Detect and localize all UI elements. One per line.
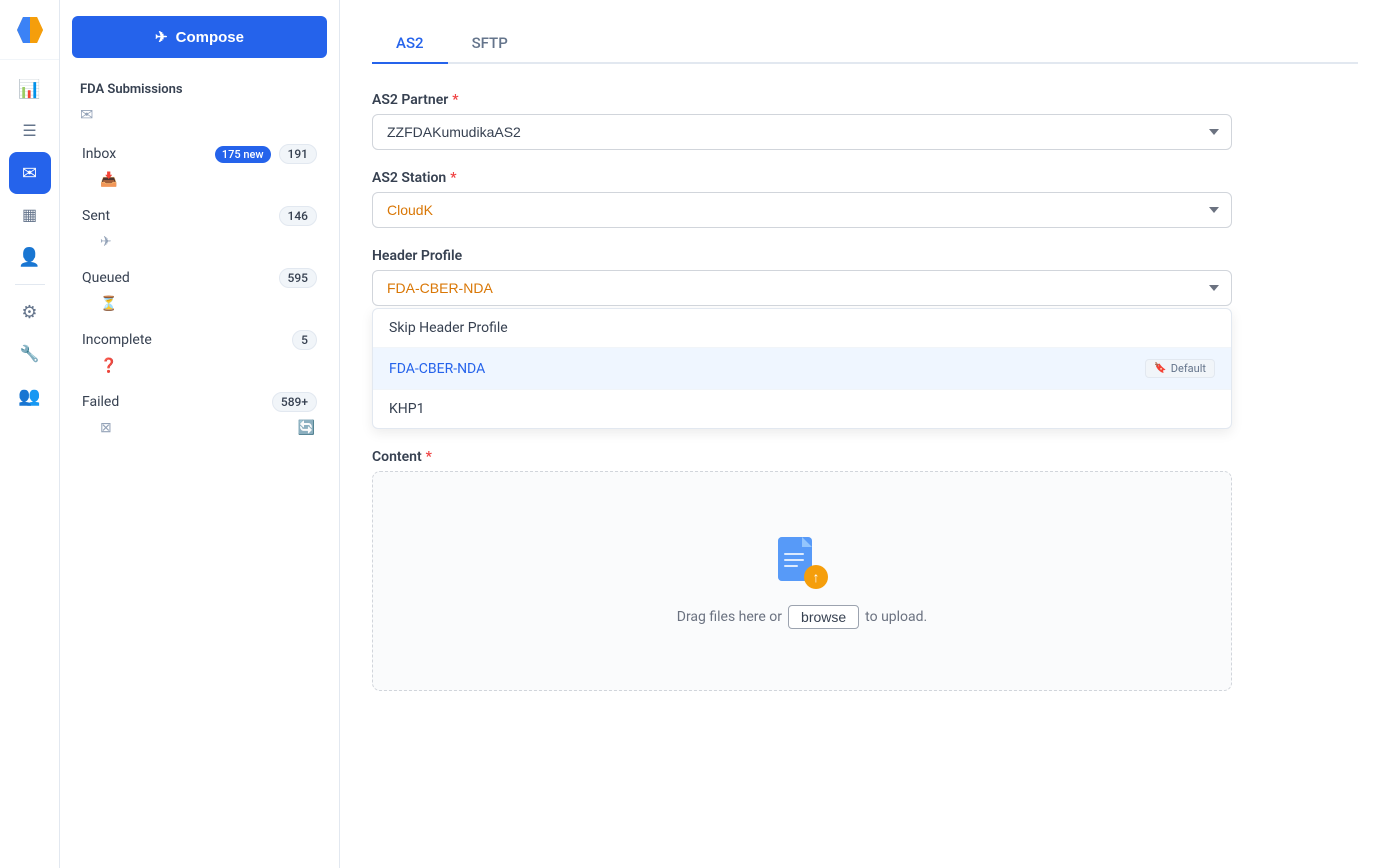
nav-table-button[interactable]: ▦ [9,194,51,236]
upload-suffix: to upload. [865,609,927,625]
failed-icon: ⊠ [100,420,112,436]
fda-mail-icon: ✉ [80,105,93,124]
svg-text:↑: ↑ [813,570,820,586]
gear-icon: ⚙ [21,302,37,323]
nav-tool-button[interactable]: 🔧 [9,333,51,375]
required-star-station: * [450,170,456,186]
incomplete-count: 5 [292,330,317,350]
dropdown-item-khp1[interactable]: KHP1 [373,390,1231,428]
nav-menu-button[interactable]: ☰ [9,110,51,152]
logo-area [0,0,59,60]
sidebar-item-inbox[interactable]: Inbox 175 new 191 [72,136,327,172]
sent-sub-icons: ✈ [100,234,327,256]
tab-as2[interactable]: AS2 [372,24,448,64]
mail-icon: ✉ [22,163,37,184]
bookmark-icon: 🔖 [1154,363,1166,374]
required-star-content: * [426,449,432,465]
sidebar-item-incomplete[interactable]: Incomplete 5 [72,322,327,358]
refresh-icon: 🔄 [298,420,315,436]
header-profile-dropdown: Skip Header Profile FDA-CBER-NDA 🔖 Defau… [372,308,1232,429]
failed-count: 589+ [272,392,317,412]
queued-label: Queued [82,270,271,286]
send-icon: ✈ [155,28,168,46]
people-icon: 👥 [18,386,40,407]
as2-partner-field: AS2 Partner * ZZFDAKumudikaAS2 [372,92,1232,150]
table-icon: ▦ [22,205,37,225]
content-field: Content * [372,449,1232,691]
queued-icon: ⏳ [100,296,117,312]
khp1-label: KHP1 [389,401,424,417]
logo-icon [15,15,45,45]
nav-divider [15,284,45,285]
inbox-new-badge: 175 new [215,146,271,163]
default-badge: 🔖 Default [1145,359,1215,378]
sidebar-item-sent[interactable]: Sent 146 [72,198,327,234]
sent-count: 146 [279,206,317,226]
drag-text: Drag files here or [677,609,782,625]
sidebar-item-failed[interactable]: Failed 589+ [72,384,327,420]
header-profile-label: Header Profile [372,248,1232,264]
inbox-count: 191 [279,144,317,164]
person-icon: 👤 [18,247,40,268]
incomplete-sub-icons: ❓ [100,358,327,380]
nav-gear-button[interactable]: ⚙ [9,291,51,333]
as2-station-label: AS2 Station * [372,170,1232,186]
upload-area[interactable]: ↑ Drag files here or browse to upload. [372,471,1232,691]
header-profile-field: Header Profile FDA-CBER-NDA Skip Header … [372,248,1232,429]
incomplete-icon: ❓ [100,358,117,374]
dropdown-item-skip[interactable]: Skip Header Profile [373,309,1231,348]
tool-icon: 🔧 [20,344,40,364]
tabs: AS2 SFTP [372,24,1358,64]
failed-sub-icons: ⊠ 🔄 [100,420,327,442]
tab-sftp[interactable]: SFTP [448,24,532,64]
incomplete-label: Incomplete [82,332,284,348]
upload-text: Drag files here or browse to upload. [677,605,928,629]
chart-icon: 📊 [18,79,40,100]
content-label: Content * [372,449,1232,465]
compose-label: Compose [176,29,244,46]
compose-button[interactable]: ✈ Compose [72,16,327,58]
file-upload-icon: ↑ [772,533,830,591]
nav-chart-button[interactable]: 📊 [9,68,51,110]
required-star-partner: * [452,92,458,108]
queued-sub-icons: ⏳ [100,296,327,318]
fda-section-label: FDA Submissions [72,74,327,101]
fda-cber-label: FDA-CBER-NDA [389,361,485,377]
inbox-icon: 📥 [100,172,117,188]
browse-button[interactable]: browse [788,605,859,629]
dropdown-item-fda[interactable]: FDA-CBER-NDA 🔖 Default [373,348,1231,390]
form-section: AS2 Partner * ZZFDAKumudikaAS2 AS2 Stati… [372,92,1232,691]
app-body: ✈ Compose FDA Submissions ✉ Inbox 175 ne… [60,0,1390,868]
inbox-sub-icons: 📥 [100,172,327,194]
as2-partner-label: AS2 Partner * [372,92,1232,108]
as2-station-select[interactable]: CloudK [372,192,1232,228]
failed-label: Failed [82,394,264,410]
sidebar-item-queued[interactable]: Queued 595 [72,260,327,296]
upload-icon-wrapper: ↑ [772,533,832,593]
inbox-label: Inbox [82,146,203,162]
sent-icon: ✈ [100,234,112,250]
header-profile-select[interactable]: FDA-CBER-NDA [372,270,1232,306]
icon-nav: 📊 ☰ ✉ ▦ 👤 ⚙ 🔧 👥 [0,0,60,868]
nav-people-button[interactable]: 👥 [9,375,51,417]
menu-icon: ☰ [22,121,36,141]
as2-partner-select[interactable]: ZZFDAKumudikaAS2 [372,114,1232,150]
nav-mail-button[interactable]: ✉ [9,152,51,194]
main-content: AS2 SFTP AS2 Partner * ZZFDAKumudikaAS2 … [340,0,1390,868]
as2-station-field: AS2 Station * CloudK [372,170,1232,228]
queued-count: 595 [279,268,317,288]
sidebar: ✈ Compose FDA Submissions ✉ Inbox 175 ne… [60,0,340,868]
nav-person-button[interactable]: 👤 [9,236,51,278]
sent-label: Sent [82,208,271,224]
skip-label: Skip Header Profile [389,320,508,336]
